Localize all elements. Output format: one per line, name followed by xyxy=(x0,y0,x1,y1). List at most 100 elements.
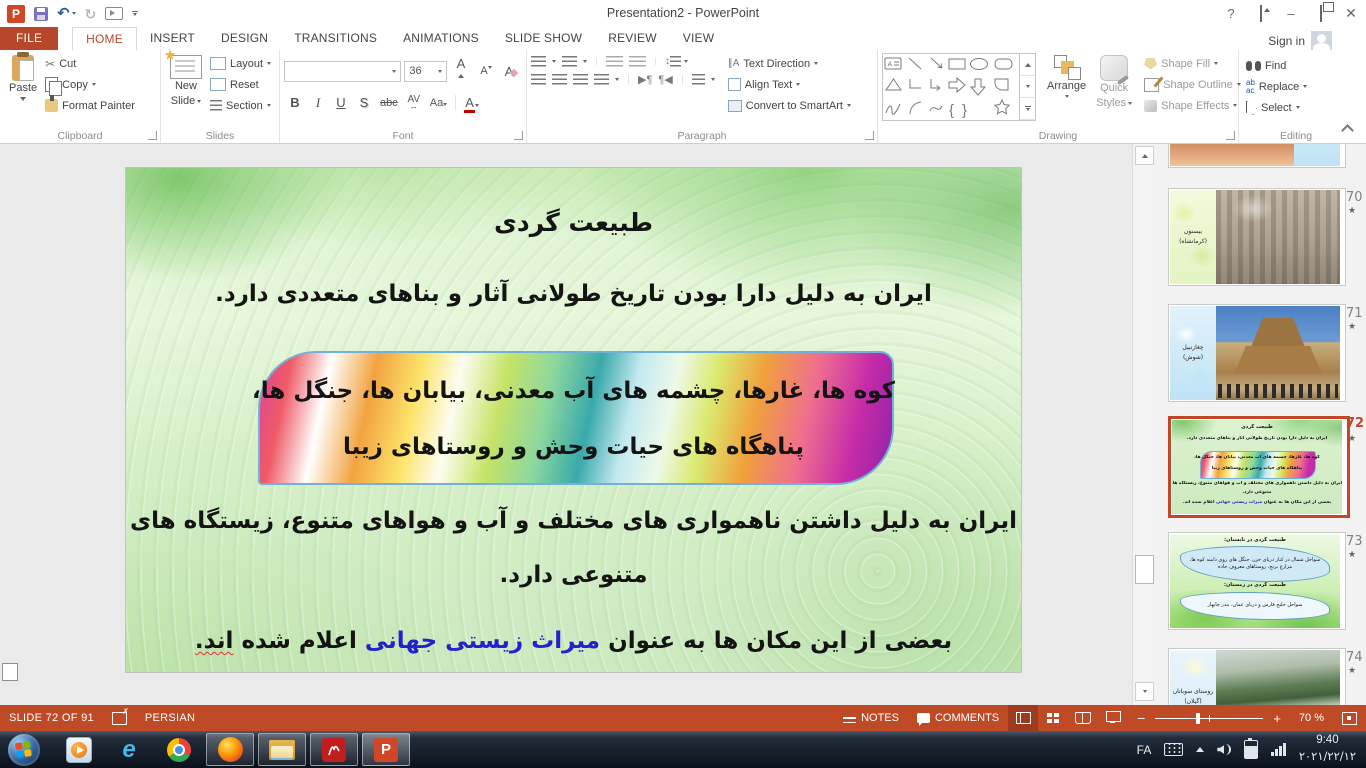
underline-button[interactable]: U xyxy=(330,94,352,111)
undo-dropdown-icon[interactable] xyxy=(72,12,76,15)
thumbnail-slide-70[interactable]: بیستون(کرمانشاه) xyxy=(1168,188,1346,286)
character-spacing-button[interactable]: AV↔ xyxy=(403,93,425,112)
line-spacing-button[interactable]: ↕ xyxy=(665,56,688,67)
cut-button[interactable]: ✂Cut xyxy=(42,53,138,74)
tab-transitions[interactable]: TRANSITIONS xyxy=(281,27,390,50)
thumbnail-slide-73[interactable]: طبیعت گردی در تابستان: سواحل شمال در کنا… xyxy=(1168,532,1346,630)
thumbnail-slide-72-selected[interactable]: طبیعت گردی ایران به دلیل دارا بودن تاریخ… xyxy=(1168,416,1350,518)
paste-button[interactable]: Paste xyxy=(4,53,42,103)
tray-clock[interactable]: 9:40 ۲۰۲۱/۲۲/۱۲ xyxy=(1299,733,1356,765)
quick-styles-button[interactable]: Quick Styles xyxy=(1091,53,1137,113)
zoom-slider-thumb[interactable] xyxy=(1196,713,1200,724)
comments-button[interactable]: COMMENTS xyxy=(908,705,1008,731)
taskbar-file-explorer-icon[interactable] xyxy=(258,733,306,766)
new-slide-button[interactable]: New Slide xyxy=(165,53,207,111)
close-button[interactable]: ✕ xyxy=(1336,0,1366,27)
scroll-down-button[interactable] xyxy=(1135,682,1154,701)
arrange-button[interactable]: Arrange xyxy=(1042,53,1091,100)
zoom-out-button[interactable]: − xyxy=(1128,705,1149,731)
taskbar-acrobat-icon[interactable] xyxy=(310,733,358,766)
numbering-icon[interactable] xyxy=(562,56,577,67)
vertical-scrollbar[interactable] xyxy=(1132,144,1155,705)
format-painter-button[interactable]: Format Painter xyxy=(42,95,138,116)
convert-smartart-button[interactable]: Convert to SmartArt xyxy=(725,95,854,116)
tab-view[interactable]: VIEW xyxy=(670,27,727,50)
taskbar-chrome-icon[interactable] xyxy=(156,733,202,766)
redo-icon[interactable]: ↻ xyxy=(85,7,97,21)
tab-home[interactable]: HOME xyxy=(72,27,137,50)
minimize-button[interactable]: – xyxy=(1276,0,1306,27)
shapes-more-icon[interactable] xyxy=(1020,98,1035,120)
keyboard-icon[interactable] xyxy=(1164,743,1183,756)
slide-title[interactable]: طبیعت گردی xyxy=(126,208,1021,237)
paste-dropdown-icon[interactable] xyxy=(20,97,26,101)
language-indicator[interactable]: PERSIAN xyxy=(136,705,204,731)
decrease-indent-icon[interactable] xyxy=(606,56,623,67)
align-right-icon[interactable] xyxy=(573,74,588,85)
battery-icon[interactable] xyxy=(1244,740,1258,759)
strikethrough-button[interactable]: abc xyxy=(376,96,402,110)
reading-view-button[interactable] xyxy=(1068,705,1098,731)
scroll-up-button[interactable] xyxy=(1135,146,1154,165)
paragraph-dialog-launcher-icon[interactable] xyxy=(865,131,874,140)
align-center-icon[interactable] xyxy=(552,74,567,85)
rainbow-rounded-rectangle[interactable] xyxy=(258,351,894,485)
font-color-button[interactable]: A xyxy=(460,94,483,111)
show-hidden-icons[interactable] xyxy=(1196,747,1204,752)
thumbnail-slide-74[interactable]: روستای سوباتان(گیلان) xyxy=(1168,648,1346,705)
align-text-button[interactable]: Align Text xyxy=(725,74,854,95)
shapes-gallery[interactable]: A { } xyxy=(882,53,1036,121)
copy-dropdown-icon[interactable] xyxy=(92,83,96,86)
rtl-direction-icon[interactable]: ¶◀ xyxy=(658,73,672,86)
justify-icon[interactable] xyxy=(594,74,609,85)
grow-font-button[interactable]: A xyxy=(450,55,472,87)
start-slideshow-icon[interactable] xyxy=(105,7,123,20)
shape-effects-button[interactable]: Shape Effects xyxy=(1141,95,1244,116)
undo-button[interactable]: ↶ xyxy=(57,7,76,21)
zoom-in-button[interactable]: + xyxy=(1269,705,1290,731)
shrink-font-button[interactable]: A xyxy=(475,64,497,78)
sign-in[interactable]: Sign in xyxy=(1268,31,1332,50)
thumbnail-slide-71[interactable]: چغازنبیل(شوش) xyxy=(1168,304,1346,402)
increase-indent-icon[interactable] xyxy=(629,56,646,67)
network-signal-icon[interactable] xyxy=(1271,743,1286,756)
tab-animations[interactable]: ANIMATIONS xyxy=(390,27,492,50)
taskbar-firefox-icon[interactable] xyxy=(206,733,254,766)
customize-qat-button[interactable] xyxy=(132,11,138,16)
tab-insert[interactable]: INSERT xyxy=(137,27,208,50)
shapes-scroll-down-icon[interactable] xyxy=(1020,76,1035,98)
save-icon[interactable] xyxy=(34,7,48,21)
slide-canvas[interactable]: طبیعت گردی ایران به دلیل دارا بودن تاریخ… xyxy=(126,168,1021,672)
ribbon-display-options-button[interactable] xyxy=(1246,0,1276,27)
slide-sorter-view-button[interactable] xyxy=(1038,705,1068,731)
zoom-slider[interactable] xyxy=(1155,718,1263,719)
taskbar-internet-explorer-icon[interactable]: e xyxy=(106,733,152,766)
change-case-button[interactable]: Aa xyxy=(426,96,451,110)
rainbow-box-line1[interactable]: کوه ها، غارها، چشمه های آب معدنی، بیابان… xyxy=(126,378,1021,404)
reset-button[interactable]: Reset xyxy=(207,74,274,95)
columns-icon[interactable] xyxy=(692,74,705,85)
normal-view-button[interactable] xyxy=(1008,705,1038,731)
bullets-icon[interactable] xyxy=(531,56,546,67)
clipboard-dialog-launcher-icon[interactable] xyxy=(148,131,157,140)
text-shadow-button[interactable]: S xyxy=(353,94,375,111)
slideshow-view-button[interactable] xyxy=(1098,705,1128,731)
align-left-icon[interactable] xyxy=(531,74,546,85)
section-button[interactable]: Section xyxy=(207,95,274,116)
ltr-direction-icon[interactable]: ▶¶ xyxy=(638,73,652,86)
slide-indicator[interactable]: SLIDE 72 OF 91 xyxy=(0,705,103,731)
font-dialog-launcher-icon[interactable] xyxy=(514,131,523,140)
tab-file[interactable]: FILE xyxy=(0,27,58,50)
replace-button[interactable]: abacReplace xyxy=(1243,76,1310,97)
bold-button[interactable]: B xyxy=(284,94,306,111)
slide-last-line[interactable]: بعضی از این مکان ها به عنوان میراث زیستی… xyxy=(126,628,1021,654)
volume-icon[interactable] xyxy=(1217,744,1231,755)
tray-language-indicator[interactable]: FA xyxy=(1137,743,1152,757)
shape-fill-button[interactable]: Shape Fill xyxy=(1141,53,1244,74)
copy-button[interactable]: Copy xyxy=(42,74,138,95)
clear-formatting-button[interactable]: A xyxy=(500,63,522,80)
fit-to-window-button[interactable] xyxy=(1333,705,1366,731)
start-button[interactable] xyxy=(8,734,40,766)
thumbnail-slide-69[interactable] xyxy=(1168,144,1346,168)
taskbar-media-player-icon[interactable] xyxy=(56,733,102,766)
